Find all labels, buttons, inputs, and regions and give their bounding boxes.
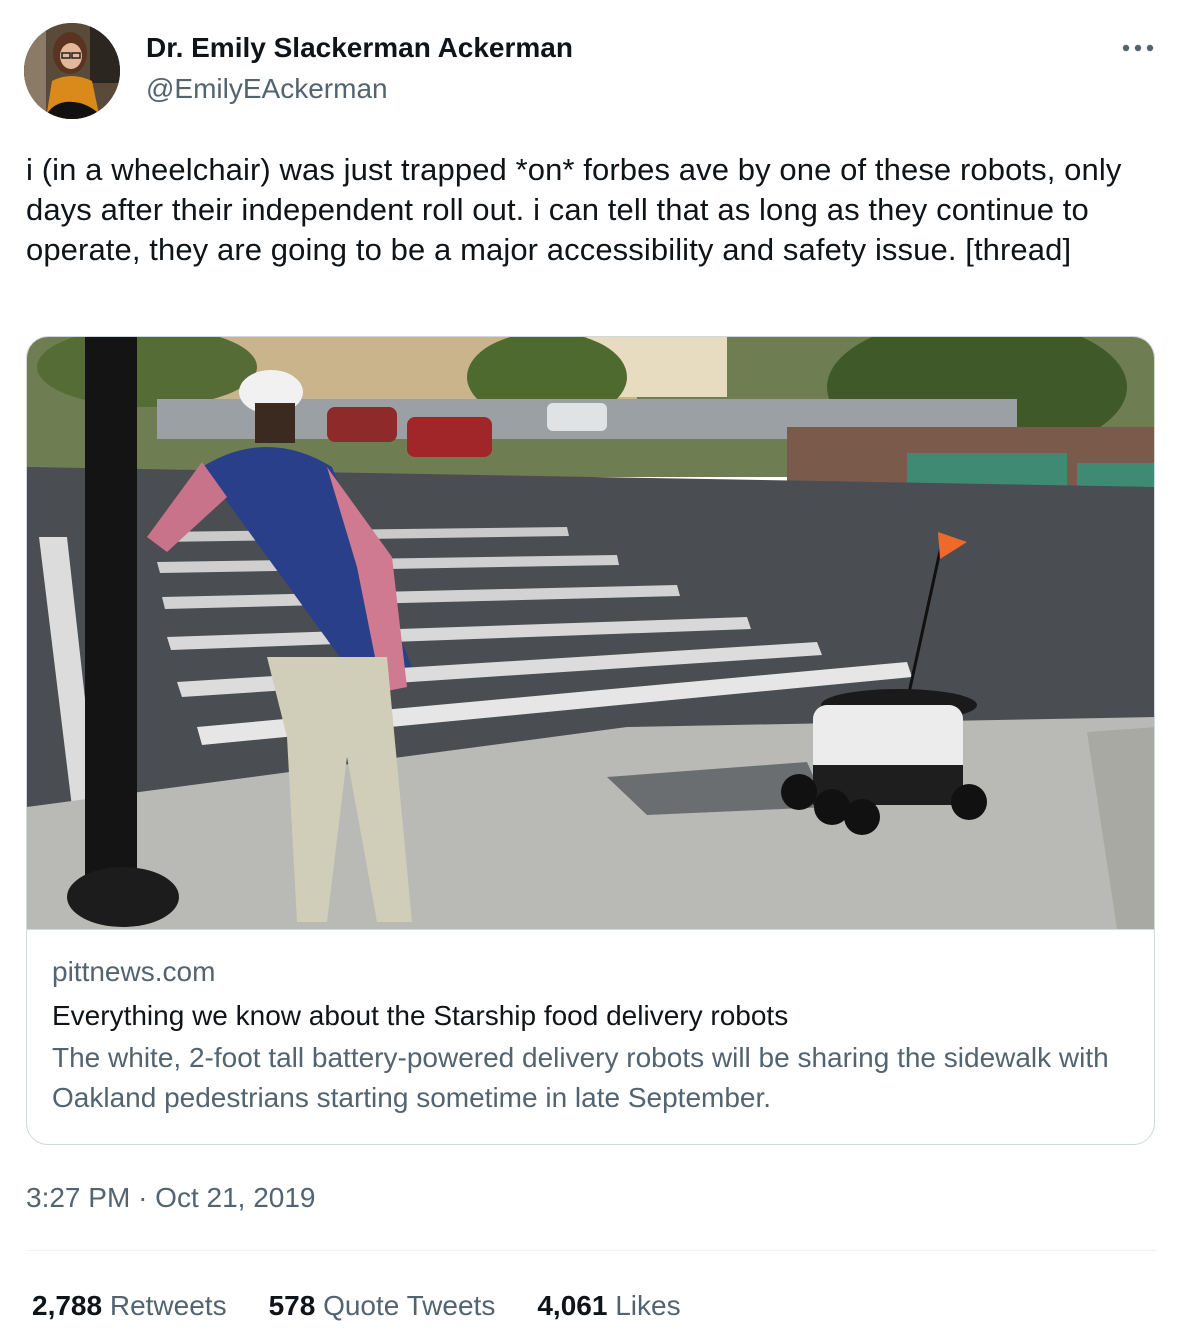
- tweet: Dr. Emily Slackerman Ackerman @EmilyEAck…: [0, 0, 1181, 1339]
- more-options-button[interactable]: [1116, 30, 1160, 66]
- avatar[interactable]: [24, 23, 120, 119]
- retweets-stat[interactable]: 2,788 Retweets: [32, 1288, 227, 1324]
- retweets-label: Retweets: [109, 1290, 227, 1321]
- engagement-stats: 2,788 Retweets 578 Quote Tweets 4,061 Li…: [32, 1288, 723, 1324]
- link-card-domain: pittnews.com: [52, 956, 216, 987]
- tweet-text: i (in a wheelchair) was just trapped *on…: [26, 152, 1122, 267]
- likes-label: Likes: [615, 1290, 681, 1321]
- timestamp-separator: ·: [138, 1182, 148, 1213]
- quote-tweets-label: Quote Tweets: [323, 1290, 496, 1321]
- tweet-date[interactable]: Oct 21, 2019: [155, 1182, 315, 1213]
- quote-tweets-count: 578: [268, 1290, 316, 1321]
- divider: [26, 1250, 1157, 1251]
- link-card-image: [27, 337, 1154, 929]
- link-card[interactable]: pittnews.com Everything we know about th…: [26, 336, 1155, 1145]
- author-handle[interactable]: @EmilyEAckerman: [146, 71, 388, 107]
- avatar-photo: [24, 23, 120, 119]
- link-card-info: pittnews.com Everything we know about th…: [27, 929, 1154, 1144]
- likes-stat[interactable]: 4,061 Likes: [537, 1288, 680, 1324]
- link-card-title: Everything we know about the Starship fo…: [52, 1000, 789, 1031]
- quote-tweets-stat[interactable]: 578 Quote Tweets: [269, 1288, 496, 1324]
- tweet-timestamp: 3:27 PM · Oct 21, 2019: [26, 1180, 316, 1216]
- author-display-name[interactable]: Dr. Emily Slackerman Ackerman: [146, 30, 573, 66]
- likes-count: 4,061: [537, 1290, 608, 1321]
- retweets-count: 2,788: [32, 1290, 103, 1321]
- more-horizontal-icon: [1122, 44, 1154, 52]
- link-card-description: The white, 2-foot tall battery-powered d…: [52, 1042, 1109, 1113]
- tweet-time[interactable]: 3:27 PM: [26, 1182, 130, 1213]
